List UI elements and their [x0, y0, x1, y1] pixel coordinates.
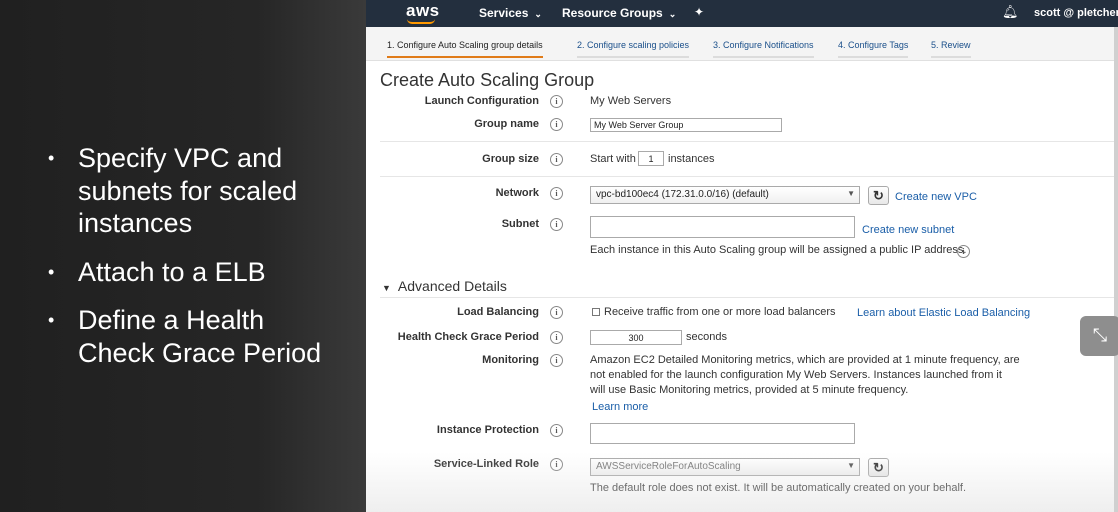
info-icon[interactable]: i	[550, 354, 563, 367]
divider	[380, 297, 1118, 298]
service-role-select[interactable]: AWSServiceRoleForAutoScaling ▼	[590, 458, 860, 476]
monitoring-text: Amazon EC2 Detailed Monitoring metrics, …	[590, 354, 1020, 397]
info-icon[interactable]: i	[550, 424, 563, 437]
page-title: Create Auto Scaling Group	[380, 70, 595, 90]
top-nav: aws Services ⌄ Resource Groups ⌄ ✦ 🔔︎ scot…	[366, 0, 1118, 27]
info-icon[interactable]: i	[550, 331, 563, 344]
subnet-label: Subnet	[501, 218, 539, 230]
learn-more-link[interactable]: Learn more	[592, 401, 648, 413]
user-menu[interactable]: scott @ pletcher-a	[1034, 7, 1118, 19]
exit-fullscreen-icon[interactable]: ⤡	[1080, 316, 1118, 356]
chevron-down-icon: ⌄	[534, 9, 542, 19]
learn-elb-link[interactable]: Learn about Elastic Load Balancing	[857, 307, 1030, 319]
group-name-label: Group name	[474, 118, 539, 130]
launch-configuration-value: My Web Servers	[590, 95, 672, 107]
chevron-down-icon: ⌄	[668, 9, 677, 19]
instance-protection-input[interactable]	[590, 423, 855, 444]
info-icon[interactable]: i	[550, 118, 563, 131]
slide-panel: • Specify VPC and subnets for scaled inst…	[0, 0, 366, 512]
group-size-prefix: Start with	[590, 153, 636, 165]
caret-down-icon: ▼	[847, 461, 855, 470]
service-role-label: Service-Linked Role	[433, 458, 539, 470]
create-new-subnet-link[interactable]: Create new subnet	[862, 224, 954, 236]
group-size-suffix: instances	[668, 153, 715, 165]
bullet-item: • Specify VPC and subnets for scaled inst…	[48, 143, 298, 238]
services-menu[interactable]: Services ⌄	[479, 6, 542, 20]
tab-configure-notifications[interactable]: 3. Configure Notifications	[713, 40, 814, 58]
triangle-down-icon: ▼	[382, 283, 391, 293]
service-role-note: The default role does not exist. It will…	[590, 482, 967, 494]
advanced-details-toggle[interactable]: ▼ Advanced Details	[382, 278, 507, 294]
wizard-steps: 1. Configure Auto Scaling group details …	[366, 27, 1118, 61]
instance-protection-label: Instance Protection	[436, 424, 539, 436]
bullet-item: • Attach to a ELB	[48, 256, 266, 287]
load-balancing-label: Load Balancing	[457, 306, 539, 318]
refresh-icon[interactable]: ↻	[868, 186, 889, 205]
subnet-note: Each instance in this Auto Scaling group…	[590, 244, 967, 256]
info-icon[interactable]: i	[550, 218, 563, 231]
tab-configure-group-details[interactable]: 1. Configure Auto Scaling group details	[387, 40, 543, 58]
scrollbar[interactable]	[1114, 27, 1118, 512]
network-label: Network	[495, 187, 539, 199]
monitoring-label: Monitoring	[482, 354, 539, 366]
info-icon[interactable]: i	[550, 153, 563, 166]
grace-period-label: Health Check Grace Period	[397, 331, 539, 343]
info-icon[interactable]: i	[550, 458, 563, 471]
tab-configure-scaling-policies[interactable]: 2. Configure scaling policies	[577, 40, 690, 58]
aws-logo-smile	[407, 19, 435, 24]
info-icon[interactable]: i	[550, 187, 563, 200]
group-size-label: Group size	[482, 153, 539, 165]
pin-icon[interactable]: ✦	[694, 5, 704, 19]
info-icon[interactable]: i	[550, 306, 563, 319]
group-name-input[interactable]: My Web Server Group	[590, 118, 782, 132]
aws-console: aws Services ⌄ Resource Groups ⌄ ✦ 🔔︎ scot…	[366, 0, 1118, 512]
tab-review[interactable]: 5. Review	[931, 40, 971, 58]
divider	[380, 176, 1118, 177]
bullet-list: • Specify VPC and subnets for scaled inst…	[48, 142, 348, 385]
aws-logo[interactable]: aws	[406, 1, 440, 21]
resource-groups-menu[interactable]: Resource Groups ⌄	[562, 6, 676, 20]
tab-configure-tags[interactable]: 4. Configure Tags	[838, 40, 909, 58]
load-balancer-checkbox[interactable]	[592, 308, 600, 316]
info-icon[interactable]: i	[957, 245, 970, 258]
bell-icon[interactable]: 🔔︎	[1002, 4, 1019, 20]
grace-period-input[interactable]: 300	[590, 330, 682, 345]
bullet-item: • Define a Health Check Grace Period	[48, 305, 322, 368]
info-icon[interactable]: i	[550, 95, 563, 108]
divider	[380, 141, 1118, 142]
load-balancer-checkbox-label: Receive traffic from one or more load ba…	[604, 306, 836, 318]
create-new-vpc-link[interactable]: Create new VPC	[895, 191, 977, 203]
subnet-input[interactable]	[590, 216, 855, 238]
group-size-input[interactable]: 1	[638, 151, 664, 166]
network-select[interactable]: vpc-bd100ec4 (172.31.0.0/16) (default) ▼	[590, 186, 860, 204]
launch-configuration-label: Launch Configuration	[424, 95, 539, 107]
grace-period-suffix: seconds	[686, 331, 727, 343]
refresh-icon[interactable]: ↻	[868, 458, 889, 477]
caret-down-icon: ▼	[847, 189, 855, 198]
